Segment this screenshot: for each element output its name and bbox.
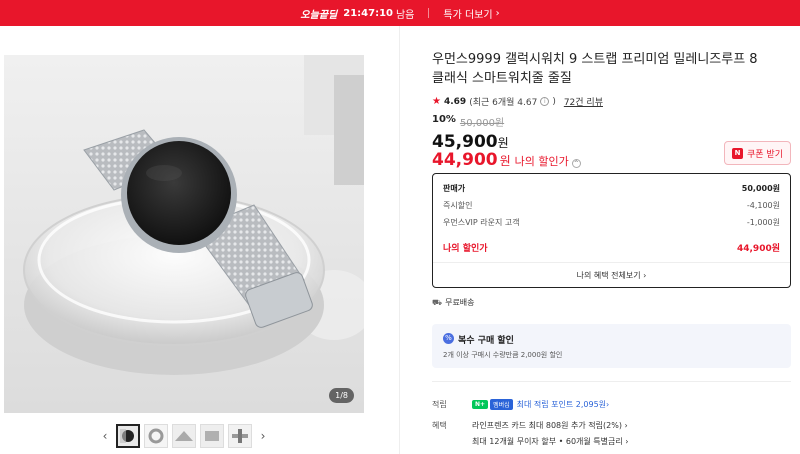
sale-price-unit: 원 bbox=[497, 136, 509, 150]
price-row-label: 즉시할인 bbox=[443, 201, 473, 210]
chevron-right-icon[interactable]: › bbox=[256, 429, 270, 443]
points-label: 적립 bbox=[432, 400, 447, 409]
price-row-value: 50,000원 bbox=[741, 184, 780, 193]
image-pager: 1/8 bbox=[329, 388, 354, 403]
discount-row: 10% 50,000원 bbox=[432, 114, 504, 129]
price-row: 즉시할인 -4,100원 bbox=[443, 200, 780, 211]
column-divider bbox=[399, 26, 400, 454]
my-price-label: 나의 할인가 bbox=[514, 155, 569, 168]
star-icon: ★ bbox=[432, 96, 441, 107]
price-row: 우먼스VIP 라운지 고객 -1,000원 bbox=[443, 217, 780, 228]
sale-price-value: 45,900 bbox=[432, 132, 498, 152]
multi-buy-desc: 2개 이상 구매시 수량만큼 2,000원 할인 bbox=[443, 351, 563, 359]
benefits-row: 혜택 라인프렌즈 카드 최대 808원 추가 적립(2%) › 최대 12개월 … bbox=[432, 420, 629, 447]
watch-photo bbox=[4, 55, 364, 413]
sale-price: 45,900원 bbox=[432, 132, 509, 152]
thumbnail-1[interactable] bbox=[116, 424, 140, 448]
original-price: 50,000원 bbox=[459, 118, 505, 129]
price-row-value: 44,900원 bbox=[736, 244, 780, 254]
chevron-right-icon: › bbox=[643, 271, 647, 280]
discount-rate: 10% bbox=[432, 114, 456, 125]
naver-n-icon: N bbox=[732, 147, 743, 159]
rating-recent: (최근 6개월 4.67 bbox=[469, 98, 538, 108]
chevron-up-icon[interactable]: ^ bbox=[571, 159, 581, 168]
rating-recent-close: ) bbox=[552, 96, 556, 107]
multi-buy-box: % 복수 구매 할인 2개 이상 구매시 수량만큼 2,000원 할인 bbox=[432, 324, 791, 368]
topbar-divider bbox=[428, 8, 430, 18]
price-breakdown: 판매가 50,000원 즉시할인 -4,100원 우먼스VIP 라운지 고객 -… bbox=[432, 173, 791, 288]
coupon-label: 쿠폰 받기 bbox=[747, 149, 783, 160]
benefit-installment-link[interactable]: 최대 12개월 무이자 할부 • 60개월 특별금리 › bbox=[472, 436, 629, 447]
shipping-row: ⛟ 무료배송 bbox=[432, 297, 475, 308]
deal-timer: 21:47:10 bbox=[343, 7, 393, 19]
price-row-label: 판매가 bbox=[443, 184, 466, 193]
my-price-unit: 원 bbox=[499, 154, 511, 168]
rating-value: 4.69 bbox=[443, 96, 467, 107]
thumbnail-5[interactable] bbox=[228, 424, 252, 448]
truck-icon: ⛟ bbox=[432, 297, 443, 307]
deal-topbar: 오늘끝딜 21:47:10 남음 특가 더보기 › bbox=[0, 0, 800, 26]
price-row: 판매가 50,000원 bbox=[443, 183, 780, 194]
benefit-installment-text: 최대 12개월 무이자 할부 • 60개월 특별금리 bbox=[472, 437, 623, 446]
naver-plus-badge: N+ bbox=[472, 400, 489, 409]
price-row-label: 나의 할인가 bbox=[443, 244, 488, 254]
deal-label: 오늘끝딜 bbox=[300, 9, 338, 21]
points-value[interactable]: 최대 적립 포인트 2,095원 bbox=[517, 399, 606, 410]
deal-timer-suffix: 남음 bbox=[395, 9, 415, 21]
shipping-label: 무료배송 bbox=[445, 298, 475, 307]
product-title: 우먼스9999 갤럭시워치 9 스트랩 프리미엄 밀레니즈루프 8 클래식 스마… bbox=[432, 52, 758, 86]
all-benefits-link[interactable]: 나의 혜택 전체보기 › bbox=[433, 270, 790, 281]
thumbnail-strip: ‹ › bbox=[98, 423, 270, 449]
discount-icon: % bbox=[443, 333, 454, 344]
multi-buy-title: 복수 구매 할인 bbox=[458, 336, 514, 346]
benefit-card-link[interactable]: 라인프렌즈 카드 최대 808원 추가 적립(2%) › bbox=[472, 420, 629, 431]
price-row-label: 우먼스VIP 라운지 고객 bbox=[443, 218, 520, 227]
rating-row: ★ 4.69 (최근 6개월 4.67 i ) 72건 리뷰 bbox=[432, 95, 603, 108]
divider bbox=[433, 262, 790, 263]
all-benefits-label: 나의 혜택 전체보기 bbox=[576, 271, 641, 280]
review-link[interactable]: 72건 리뷰 bbox=[564, 95, 603, 108]
main-product-image[interactable]: 1/8 bbox=[4, 55, 364, 413]
price-row-value: -1,000원 bbox=[746, 218, 780, 227]
benefits-label: 혜택 bbox=[432, 421, 447, 430]
price-row-value: -4,100원 bbox=[746, 201, 780, 210]
chevron-left-icon[interactable]: ‹ bbox=[98, 429, 112, 443]
divider bbox=[432, 381, 791, 382]
thumbnail-2[interactable] bbox=[144, 424, 168, 448]
my-price-value: 44,900 bbox=[432, 150, 498, 170]
info-icon[interactable]: i bbox=[540, 97, 550, 106]
thumbnail-3[interactable] bbox=[172, 424, 196, 448]
coupon-button[interactable]: N 쿠폰 받기 bbox=[724, 141, 791, 165]
thumbnail-4[interactable] bbox=[200, 424, 224, 448]
points-row: 적립 N+ 멤버십 최대 적립 포인트 2,095원 › bbox=[432, 399, 609, 410]
more-deals-label: 특가 더보기 bbox=[443, 9, 493, 21]
more-deals-link[interactable]: 특가 더보기 › bbox=[443, 6, 499, 21]
chevron-right-icon: › bbox=[495, 7, 500, 19]
chevron-right-icon: › bbox=[606, 400, 610, 409]
benefit-card-text: 라인프렌즈 카드 최대 808원 추가 적립(2%) bbox=[472, 421, 622, 430]
my-price: 44,900 원 나의 할인가 ^ bbox=[432, 150, 581, 170]
price-row: 나의 할인가 44,900원 bbox=[443, 241, 780, 254]
membership-badge: 멤버십 bbox=[490, 399, 513, 410]
